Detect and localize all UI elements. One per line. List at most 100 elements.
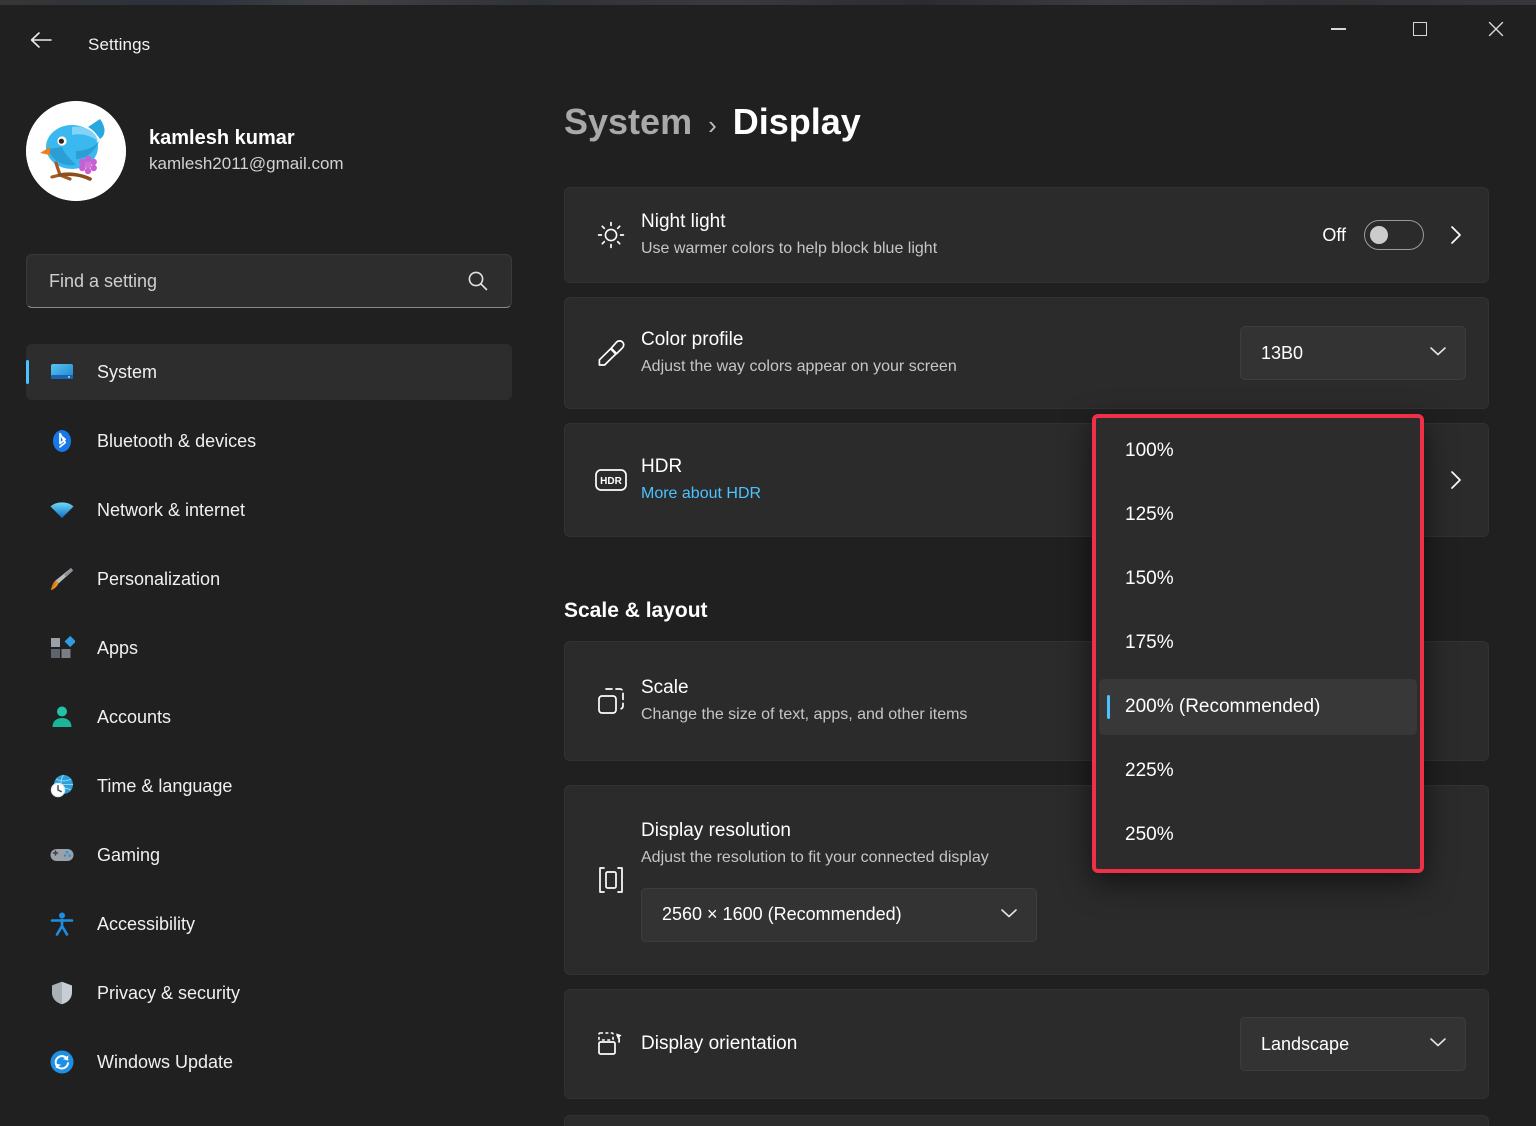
scale-title: Scale bbox=[641, 677, 689, 699]
scale-option[interactable]: 100% bbox=[1099, 423, 1417, 479]
display-orientation-dropdown[interactable]: Landscape bbox=[1240, 1017, 1466, 1071]
rotate-screen-icon bbox=[589, 1029, 633, 1059]
breadcrumb-parent[interactable]: System bbox=[564, 101, 692, 143]
sidebar-item-label: Privacy & security bbox=[97, 982, 241, 1003]
color-profile-subtitle: Adjust the way colors appear on your scr… bbox=[641, 358, 957, 376]
shield-icon bbox=[48, 979, 76, 1007]
avatar bbox=[26, 101, 126, 201]
breadcrumb-separator-icon: › bbox=[708, 110, 717, 140]
display-orientation-texts: Display orientation bbox=[633, 1031, 1240, 1057]
page-title: Display bbox=[732, 101, 861, 142]
next-setting-card-partial[interactable] bbox=[564, 1115, 1489, 1126]
wifi-icon bbox=[48, 496, 76, 524]
sidebar-item-accounts[interactable]: Accounts bbox=[26, 689, 512, 745]
profile-text: kamlesh kumar kamlesh2011@gmail.com bbox=[149, 126, 344, 176]
night-light-texts: Night light Use warmer colors to help bl… bbox=[633, 209, 1322, 260]
color-profile-value: 13B0 bbox=[1261, 342, 1304, 363]
monitor-icon bbox=[48, 358, 76, 386]
night-light-toggle-state: Off bbox=[1322, 224, 1346, 245]
scale-texts: Scale Change the size of text, apps, and… bbox=[633, 675, 1153, 726]
sidebar-item-system[interactable]: System bbox=[26, 344, 512, 400]
color-profile-dropdown[interactable]: 13B0 bbox=[1240, 326, 1466, 380]
scale-option[interactable]: 175% bbox=[1099, 615, 1417, 671]
scale-option-selected[interactable]: 200% (Recommended) bbox=[1099, 679, 1417, 735]
title-bar: Settings bbox=[0, 5, 1536, 69]
sidebar-item-label: Time & language bbox=[97, 775, 233, 796]
sidebar-item-label: System bbox=[97, 361, 158, 382]
search-input[interactable]: Find a setting bbox=[26, 254, 512, 308]
chevron-down-icon bbox=[1429, 344, 1447, 362]
chevron-down-icon bbox=[1429, 1035, 1447, 1053]
sidebar-item-privacy-security[interactable]: Privacy & security bbox=[26, 965, 512, 1021]
scale-option[interactable]: 225% bbox=[1099, 743, 1417, 799]
sidebar-item-label: Network & internet bbox=[97, 499, 246, 520]
maximize-icon bbox=[1413, 22, 1427, 36]
scale-option-label: 225% bbox=[1125, 760, 1174, 781]
sidebar-item-label: Windows Update bbox=[97, 1051, 234, 1072]
color-profile-card[interactable]: Color profile Adjust the way colors appe… bbox=[564, 297, 1489, 409]
sidebar-item-label: Gaming bbox=[97, 844, 161, 865]
settings-window: Settings kamlesh kumar kamlesh2011@gmail… bbox=[0, 5, 1536, 1126]
night-light-chevron-right-icon[interactable] bbox=[1446, 223, 1466, 247]
scale-option-label: 100% bbox=[1125, 440, 1174, 461]
scale-option[interactable]: 250% bbox=[1099, 807, 1417, 863]
resolution-frame-icon bbox=[589, 864, 633, 896]
minimize-icon bbox=[1330, 28, 1346, 30]
display-orientation-value: Landscape bbox=[1261, 1033, 1350, 1054]
chevron-down-icon bbox=[1000, 906, 1018, 924]
profile-email: kamlesh2011@gmail.com bbox=[149, 154, 344, 174]
toggle-knob bbox=[1370, 226, 1388, 244]
scale-option[interactable]: 150% bbox=[1099, 551, 1417, 607]
scale-dropdown-flyout[interactable]: 100% 125% 150% 175% 200% (Recommended) 2… bbox=[1092, 414, 1424, 873]
night-light-toggle[interactable] bbox=[1364, 220, 1424, 250]
apps-grid-icon bbox=[48, 634, 76, 662]
accessibility-person-icon bbox=[48, 910, 76, 938]
back-arrow-icon[interactable] bbox=[22, 25, 60, 55]
scale-option[interactable]: 125% bbox=[1099, 487, 1417, 543]
close-button[interactable] bbox=[1473, 5, 1519, 53]
sidebar-item-gaming[interactable]: Gaming bbox=[26, 827, 512, 883]
scale-option-label: 125% bbox=[1125, 504, 1174, 525]
sidebar-item-label: Accounts bbox=[97, 706, 172, 727]
sidebar-item-label: Accessibility bbox=[97, 913, 196, 934]
color-profile-texts: Color profile Adjust the way colors appe… bbox=[633, 327, 1240, 378]
night-light-toggle-group: Off bbox=[1322, 220, 1424, 250]
sidebar-item-network-internet[interactable]: Network & internet bbox=[26, 482, 512, 538]
sidebar-item-personalization[interactable]: Personalization bbox=[26, 551, 512, 607]
clock-globe-icon bbox=[48, 772, 76, 800]
minimize-button[interactable] bbox=[1315, 5, 1361, 53]
close-icon bbox=[1488, 21, 1504, 37]
display-orientation-card[interactable]: Display orientation Landscape bbox=[564, 989, 1489, 1099]
display-orientation-title: Display orientation bbox=[641, 1033, 798, 1055]
sidebar-item-accessibility[interactable]: Accessibility bbox=[26, 896, 512, 952]
person-icon bbox=[48, 703, 76, 731]
scale-options-list: 100% 125% 150% 175% 200% (Recommended) 2… bbox=[1093, 415, 1423, 872]
hdr-badge-icon: HDR bbox=[589, 466, 633, 494]
paintbrush-icon bbox=[48, 565, 76, 593]
user-profile[interactable]: kamlesh kumar kamlesh2011@gmail.com bbox=[26, 101, 344, 201]
gamepad-icon bbox=[48, 841, 76, 869]
color-profile-title: Color profile bbox=[641, 329, 744, 351]
night-light-card[interactable]: Night light Use warmer colors to help bl… bbox=[564, 187, 1489, 283]
scale-squares-icon bbox=[589, 685, 633, 717]
night-light-title: Night light bbox=[641, 211, 726, 233]
night-light-sun-icon bbox=[589, 220, 633, 250]
scale-option-label: 150% bbox=[1125, 568, 1174, 589]
sidebar-item-time-language[interactable]: Time & language bbox=[26, 758, 512, 814]
sidebar-item-bluetooth-devices[interactable]: Bluetooth & devices bbox=[26, 413, 512, 469]
maximize-button[interactable] bbox=[1397, 5, 1443, 53]
sidebar: kamlesh kumar kamlesh2011@gmail.com Find… bbox=[0, 69, 545, 1126]
hdr-chevron-right-icon[interactable] bbox=[1446, 468, 1466, 492]
sidebar-nav: System Bluetooth & devices Network & int… bbox=[26, 344, 512, 1103]
svg-text:HDR: HDR bbox=[600, 476, 622, 487]
settings-window-root: Settings kamlesh kumar kamlesh2011@gmail… bbox=[0, 0, 1536, 1126]
sidebar-item-label: Personalization bbox=[97, 568, 221, 589]
bluetooth-icon bbox=[48, 427, 76, 455]
display-resolution-value: 2560 × 1600 (Recommended) bbox=[662, 904, 902, 925]
night-light-subtitle: Use warmer colors to help block blue lig… bbox=[641, 240, 938, 258]
display-resolution-dropdown[interactable]: 2560 × 1600 (Recommended) bbox=[641, 887, 1037, 942]
sidebar-item-apps[interactable]: Apps bbox=[26, 620, 512, 676]
sidebar-item-windows-update[interactable]: Windows Update bbox=[26, 1034, 512, 1090]
eyedropper-icon bbox=[589, 338, 633, 368]
scale-option-label: 250% bbox=[1125, 824, 1174, 845]
